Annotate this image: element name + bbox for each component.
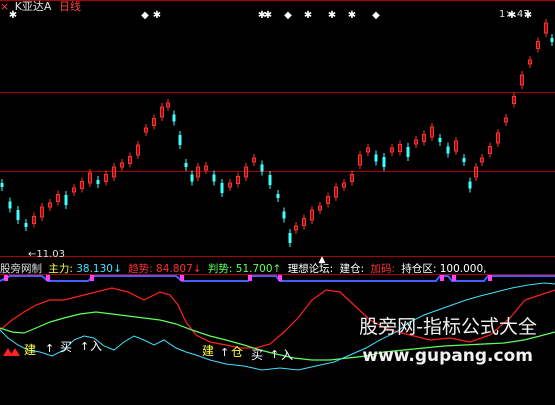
trend-value: 84.807↓ [156, 263, 202, 275]
marker-icon: ✱ [264, 10, 272, 21]
candle-body [276, 194, 280, 198]
hold-label: 持仓区: [401, 263, 437, 275]
stock-name[interactable]: K亚达A [15, 0, 52, 13]
hold-value: 100.000, [439, 263, 487, 275]
candle-body [190, 174, 194, 182]
candle-body [8, 201, 12, 209]
marker-icon: ✱ [328, 10, 336, 21]
watermark-text: 股旁网-指标公式大全 [359, 316, 537, 338]
marker-icon: ✱ [348, 10, 356, 21]
candle-body [288, 233, 292, 243]
candle-body [96, 180, 100, 184]
signal-build-1: 建 [24, 343, 37, 357]
trend-label: 趋势: [128, 263, 153, 275]
marker-icon: ◆ [284, 10, 292, 21]
signal-buy-1: 买 [60, 340, 73, 354]
kline-chart[interactable]: ✱ ◆ ✱ ✱✱ ◆ ✱ ✱ ✱ ◆ ✱ ✱▲ ↑ ↑ ↑ ↑ [0, 0, 555, 405]
candle-body [212, 174, 216, 182]
candle-body [382, 157, 386, 167]
candle-body [64, 195, 68, 205]
candle-body [282, 211, 286, 219]
candle-body [172, 114, 176, 122]
up-arrow-icon: ↑ [270, 348, 279, 361]
indicator-bar: 股旁网制 主力: 38.130↓ 趋势: 84.807↓ 判势: 51.700↑… [0, 262, 555, 276]
period-label[interactable]: 日线 [59, 0, 81, 13]
candle-body [178, 135, 182, 145]
candle-body [260, 164, 264, 172]
signal-build-2: 建 [202, 344, 215, 358]
chart-title-bar: × K亚达A 日线 [0, 0, 81, 14]
candle-body [468, 181, 472, 189]
candle-body [406, 147, 410, 157]
high-price-label: 1×.47 [499, 9, 530, 20]
up-arrow-icon: ↑ [220, 346, 229, 359]
judge-label: 判势: [207, 263, 233, 275]
candle-body [220, 183, 224, 193]
candle-body [446, 146, 450, 154]
candle-body [374, 154, 378, 162]
candle-body [268, 175, 272, 185]
add-label: 加码: [370, 263, 396, 275]
up-arrow-icon: ↑ [80, 340, 89, 353]
signal-in-2: 入 [281, 348, 294, 362]
candle-body [462, 158, 466, 162]
candle-body [550, 38, 554, 42]
candle-body [184, 163, 188, 167]
main-value: 38.130↓ [76, 263, 122, 275]
indicator-name[interactable]: 股旁网制 [0, 263, 42, 275]
candle-body [438, 138, 442, 142]
buy-arrow-icon [10, 348, 20, 356]
close-icon[interactable]: × [0, 0, 9, 13]
marker-icon: ◆ [372, 10, 380, 21]
signal-buy-2: 买 [251, 348, 264, 362]
marker-icon: ✱ [304, 10, 312, 21]
signal-cang: 仓 [231, 345, 244, 359]
judge-value: 51.700↑ [235, 263, 282, 275]
chart-stage[interactable]: ✱ ◆ ✱ ✱ ✱ ◆ ✱ ✱ ✱ ◆ ✱ ✱ ▲ ↑ ↑ ↑ ↑ × K亚达A 日线 1×.47 ←11.0… [0, 0, 555, 405]
marker-icon: ✱ [153, 10, 161, 21]
up-arrow-icon: ↑ [45, 342, 54, 355]
band-line [0, 275, 555, 282]
candle-body [0, 183, 4, 187]
candle-body [24, 223, 28, 227]
low-price-label: ←11.03 [28, 249, 66, 260]
main-label: 主力: [48, 263, 73, 275]
candle-body [16, 210, 20, 220]
build-label: 建仓: [339, 263, 365, 275]
forum-label: 理想论坛: [287, 263, 334, 275]
signal-in-1: 入 [90, 339, 103, 353]
marker-icon: ◆ [141, 10, 149, 21]
watermark-url: www.gupang.com [362, 346, 533, 366]
